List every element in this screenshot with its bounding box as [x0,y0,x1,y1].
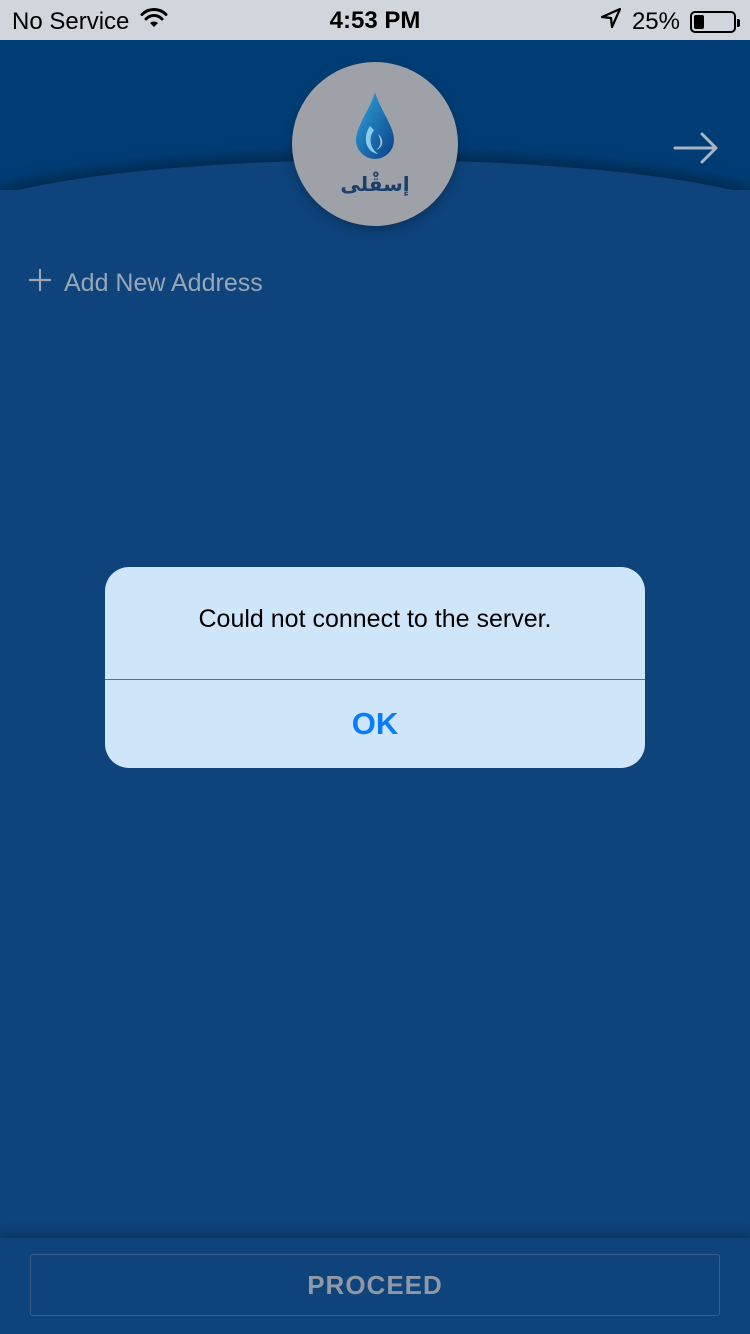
plus-icon [28,268,52,299]
alert-message: Could not connect to the server. [198,605,552,633]
logo-text: إسقْلى [340,174,410,196]
status-right: 25% [600,7,740,36]
app-logo: إسقْلى [292,62,458,226]
bottom-bar: PROCEED [0,1238,750,1334]
water-drop-icon [356,92,394,159]
add-new-address-button[interactable]: Add New Address [28,265,263,301]
arrow-right-icon[interactable] [672,130,720,166]
location-arrow-icon [600,7,622,36]
alert-ok-button[interactable]: OK [105,680,645,768]
add-new-address-label: Add New Address [64,268,263,297]
status-bar: No Service 4:53 PM 25% [0,0,750,40]
battery-percent: 25% [631,7,680,35]
proceed-button[interactable]: PROCEED [30,1254,720,1316]
alert-dialog: Could not connect to the server. OK [105,567,645,768]
battery-level [694,14,704,29]
battery-icon [690,10,740,33]
